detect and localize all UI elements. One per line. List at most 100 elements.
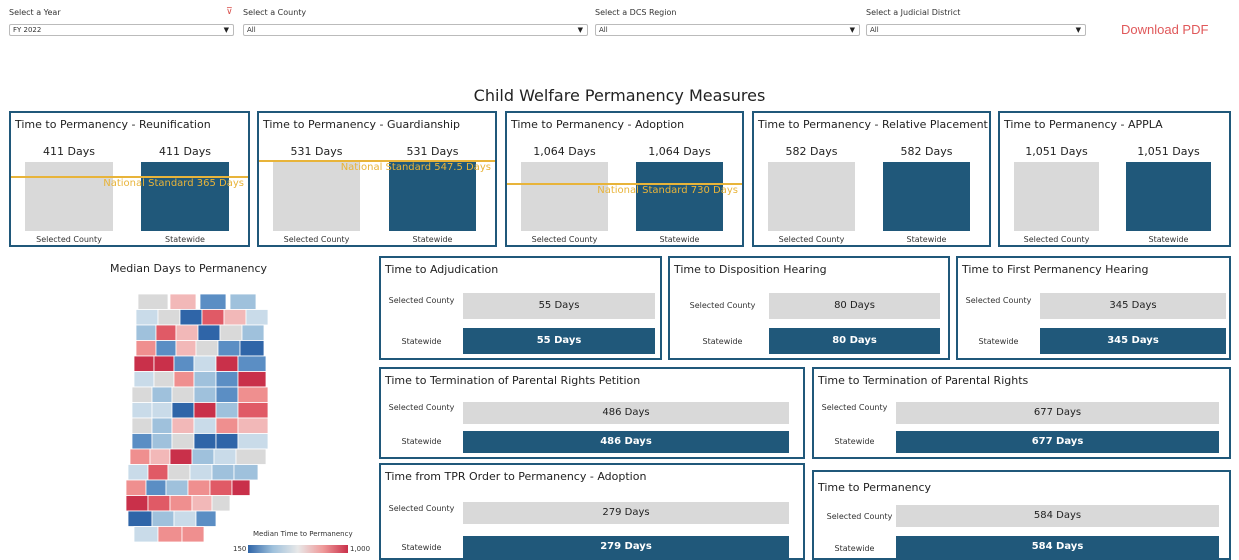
county-shape[interactable] [237, 433, 269, 450]
county-shape[interactable] [199, 293, 227, 310]
county-bar[interactable] [25, 162, 113, 231]
county-shape[interactable] [149, 448, 171, 465]
clear-filter-icon[interactable]: ⊽ [226, 7, 233, 17]
county-shape[interactable] [131, 386, 153, 403]
county-shape[interactable] [193, 355, 217, 372]
county-shape[interactable] [153, 371, 175, 388]
county-shape[interactable] [215, 417, 239, 434]
county-shape[interactable] [215, 355, 239, 372]
county-shape[interactable] [209, 479, 233, 496]
county-shape[interactable] [147, 495, 171, 512]
county-shape[interactable] [171, 402, 195, 419]
county-shape[interactable] [237, 386, 269, 403]
county-shape[interactable] [155, 340, 177, 357]
county-map[interactable] [108, 290, 288, 555]
county-shape[interactable] [137, 293, 169, 310]
county-shape[interactable] [169, 495, 193, 512]
county-shape[interactable] [173, 371, 195, 388]
county-shape[interactable] [127, 510, 153, 527]
county-shape[interactable] [187, 479, 211, 496]
county-bar[interactable] [521, 162, 608, 231]
county-shape[interactable] [215, 433, 239, 450]
county-shape[interactable] [201, 309, 225, 326]
county-shape[interactable] [215, 386, 239, 403]
county-shape[interactable] [233, 464, 259, 481]
county-shape[interactable] [125, 495, 149, 512]
county-shape[interactable] [195, 340, 219, 357]
statewide-bar[interactable] [141, 162, 229, 231]
county-shape[interactable] [193, 417, 217, 434]
statewide-bar[interactable] [883, 162, 970, 231]
statewide-bar[interactable] [1126, 162, 1211, 231]
county-shape[interactable] [175, 324, 199, 341]
county-shape[interactable] [191, 495, 213, 512]
county-shape[interactable] [239, 340, 265, 357]
county-shape[interactable] [237, 371, 267, 388]
county-shape[interactable] [127, 464, 149, 481]
county-shape[interactable] [131, 433, 153, 450]
county-shape[interactable] [151, 402, 173, 419]
county-shape[interactable] [171, 417, 195, 434]
county-shape[interactable] [133, 526, 159, 543]
county-shape[interactable] [157, 526, 183, 543]
county-shape[interactable] [129, 448, 151, 465]
county-bar[interactable] [1014, 162, 1099, 231]
county-bar[interactable] [768, 162, 855, 231]
county-shape[interactable] [171, 433, 195, 450]
county-shape[interactable] [145, 479, 167, 496]
county-shape[interactable] [151, 386, 173, 403]
county-shape[interactable] [245, 309, 269, 326]
county-shape[interactable] [131, 417, 153, 434]
county-shape[interactable] [219, 324, 243, 341]
county-shape[interactable] [217, 340, 241, 357]
statewide-bar[interactable] [636, 162, 723, 231]
county-shape[interactable] [211, 495, 231, 512]
county-shape[interactable] [147, 464, 169, 481]
county-shape[interactable] [153, 355, 175, 372]
county-shape[interactable] [171, 386, 195, 403]
district-select[interactable]: All ▼ [866, 24, 1086, 36]
county-shape[interactable] [133, 355, 155, 372]
county-shape[interactable] [241, 324, 265, 341]
county-shape[interactable] [133, 371, 155, 388]
county-shape[interactable] [197, 324, 221, 341]
county-shape[interactable] [151, 510, 175, 527]
county-shape[interactable] [237, 417, 269, 434]
county-shape[interactable] [135, 324, 157, 341]
county-shape[interactable] [165, 479, 189, 496]
county-shape[interactable] [169, 293, 197, 310]
county-shape[interactable] [193, 402, 217, 419]
county-shape[interactable] [231, 479, 251, 496]
county-shape[interactable] [215, 371, 239, 388]
county-shape[interactable] [131, 402, 153, 419]
county-shape[interactable] [237, 402, 269, 419]
county-shape[interactable] [195, 510, 217, 527]
county-shape[interactable] [167, 464, 191, 481]
county-shape[interactable] [215, 402, 239, 419]
county-shape[interactable] [173, 510, 197, 527]
county-shape[interactable] [193, 433, 217, 450]
county-shape[interactable] [181, 526, 205, 543]
year-select[interactable]: FY 2022 ▼ [9, 24, 234, 36]
county-shape[interactable] [155, 324, 177, 341]
region-select[interactable]: All ▼ [595, 24, 860, 36]
county-shape[interactable] [179, 309, 203, 326]
county-shape[interactable] [229, 293, 257, 310]
county-shape[interactable] [237, 355, 267, 372]
county-shape[interactable] [135, 340, 157, 357]
county-shape[interactable] [211, 464, 235, 481]
county-shape[interactable] [175, 340, 197, 357]
county-shape[interactable] [189, 464, 213, 481]
county-select[interactable]: All ▼ [243, 24, 588, 36]
county-shape[interactable] [151, 433, 173, 450]
county-shape[interactable] [193, 371, 217, 388]
county-shape[interactable] [235, 448, 267, 465]
county-shape[interactable] [135, 309, 159, 326]
county-shape[interactable] [173, 355, 195, 372]
county-shape[interactable] [213, 448, 237, 465]
county-shape[interactable] [193, 386, 217, 403]
county-shape[interactable] [169, 448, 193, 465]
download-pdf-link[interactable]: Download PDF [1121, 22, 1208, 37]
county-shape[interactable] [191, 448, 215, 465]
county-shape[interactable] [125, 479, 147, 496]
